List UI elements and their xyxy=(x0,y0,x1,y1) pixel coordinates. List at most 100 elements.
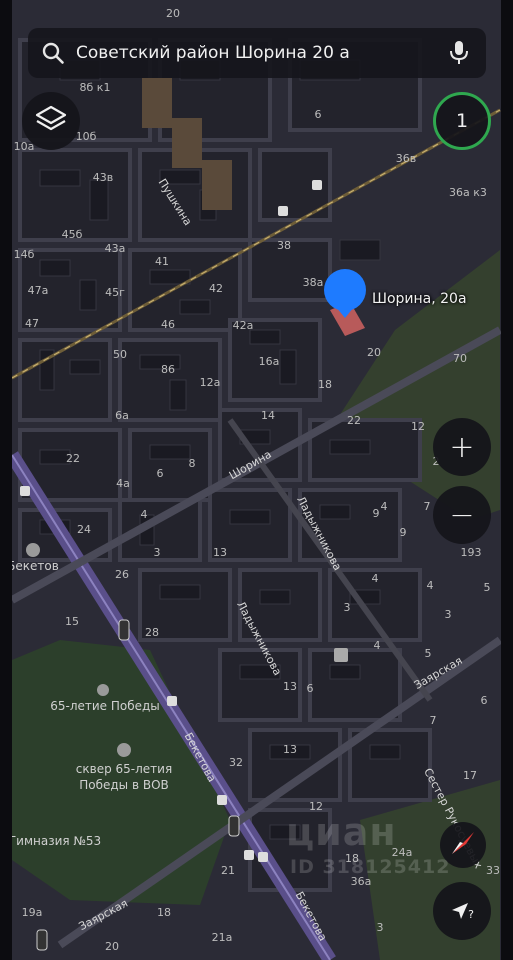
house-number: 21 xyxy=(221,864,235,877)
screen-bezel-left xyxy=(0,0,12,960)
house-number: 12а xyxy=(200,376,221,389)
my-location-button[interactable]: ? xyxy=(433,882,491,940)
transit-stop-icon xyxy=(258,852,268,862)
house-number: 46 xyxy=(161,318,175,331)
house-number: 70 xyxy=(453,352,467,365)
building xyxy=(159,584,201,600)
building xyxy=(69,359,101,375)
building xyxy=(369,744,401,760)
house-number: 47а xyxy=(28,284,49,297)
house-number: 4 xyxy=(374,639,381,652)
house-number: 50 xyxy=(113,348,127,361)
house-number: 21а xyxy=(212,931,233,944)
zoom-out-button[interactable]: − xyxy=(433,486,491,544)
map-app: Пушкина Шорина Ладыжникова Ладыжникова Заярс… xyxy=(0,0,513,960)
building xyxy=(279,349,297,385)
map-canvas[interactable]: ПушкинаШоринаЛадыжниковаЛадыжникова Заярс… xyxy=(0,0,513,960)
zoom-in-button[interactable]: + xyxy=(433,418,491,476)
listing-counter-button[interactable]: 1 xyxy=(433,92,491,150)
school-icon xyxy=(334,648,348,662)
house-number: 20 xyxy=(166,7,180,20)
search-input[interactable]: Советский район Шорина 20 а xyxy=(76,43,444,63)
house-number: 22 xyxy=(347,414,361,427)
building xyxy=(229,509,271,525)
building xyxy=(249,329,281,345)
house-number: 45г xyxy=(105,286,125,299)
house-number: 41 xyxy=(155,255,169,268)
house-number: 6 xyxy=(307,682,314,695)
tall-building xyxy=(202,160,232,210)
house-number: 3 xyxy=(377,921,384,934)
house-number: 33 xyxy=(486,864,500,877)
house-number: 36а к3 xyxy=(449,186,487,199)
house-number: 14б xyxy=(14,248,35,261)
park-icon xyxy=(97,684,109,696)
building xyxy=(319,504,351,520)
transit-stop-icon xyxy=(278,206,288,216)
house-number: 8б к1 xyxy=(80,81,111,94)
house-number: 38а xyxy=(303,276,324,289)
house-number: 13 xyxy=(283,680,297,693)
house-number: 6 xyxy=(481,694,488,707)
house-number: 14 xyxy=(261,409,275,422)
city-block xyxy=(308,648,402,722)
microphone-icon[interactable] xyxy=(444,38,474,68)
house-number: 36в xyxy=(396,152,416,165)
house-number: 7 xyxy=(430,714,437,727)
transit-stop-icon xyxy=(217,795,227,805)
search-icon xyxy=(40,40,66,66)
house-number: 16а xyxy=(259,355,280,368)
layers-button[interactable] xyxy=(22,92,80,150)
house-number: 4 xyxy=(372,572,379,585)
watermark-brand: циан xyxy=(286,810,397,854)
screen-bezel-right xyxy=(501,0,513,960)
transit-stop-icon xyxy=(244,850,254,860)
house-number: 6 xyxy=(315,108,322,121)
tall-building xyxy=(142,78,172,128)
building xyxy=(179,299,211,315)
building xyxy=(259,589,291,605)
building xyxy=(89,179,109,221)
house-number: 18 xyxy=(318,378,332,391)
house-number: 6а xyxy=(115,409,129,422)
poi-label: Гимназия №53 xyxy=(9,834,101,848)
poi-label: Победы в ВОВ xyxy=(79,778,169,792)
house-number: 5 xyxy=(425,647,432,660)
house-number: 43в xyxy=(93,171,113,184)
house-number: 26 xyxy=(115,568,129,581)
house-number: 3 xyxy=(154,546,161,559)
house-number: 15 xyxy=(65,615,79,628)
building xyxy=(149,444,191,460)
house-number: 3 xyxy=(445,608,452,621)
house-number: 4 xyxy=(381,500,388,513)
poi-label: Бекетов xyxy=(7,559,59,573)
navigation-arrow-icon: ? xyxy=(450,901,474,921)
transit-stop-icon xyxy=(312,180,322,190)
building xyxy=(169,379,187,411)
monument-icon xyxy=(26,543,40,557)
city-block xyxy=(18,148,132,242)
house-number: 6 xyxy=(157,467,164,480)
poi-label: 65-летие Победы xyxy=(50,699,160,713)
search-bar[interactable]: Советский район Шорина 20 а xyxy=(28,28,486,78)
house-number: 4а xyxy=(116,477,130,490)
house-number: 42а xyxy=(233,319,254,332)
house-number: 17 xyxy=(463,769,477,782)
house-number: 10б xyxy=(76,130,97,143)
house-number: 3 xyxy=(344,601,351,614)
transit-stop-icon xyxy=(20,486,30,496)
house-number: 47 xyxy=(25,317,39,330)
house-number: 20 xyxy=(105,940,119,953)
house-number: 86 xyxy=(161,363,175,376)
house-number: 5 xyxy=(484,581,491,594)
traffic-light-icon xyxy=(228,815,240,837)
house-number: 45б xyxy=(62,228,83,241)
house-number: 24 xyxy=(77,523,91,536)
house-number: 8 xyxy=(189,457,196,470)
building xyxy=(339,239,381,261)
house-number: 9 xyxy=(400,526,407,539)
traffic-light-icon xyxy=(36,929,48,951)
house-number: 42 xyxy=(209,282,223,295)
transit-stop-icon xyxy=(167,696,177,706)
house-number: 19а xyxy=(22,906,43,919)
